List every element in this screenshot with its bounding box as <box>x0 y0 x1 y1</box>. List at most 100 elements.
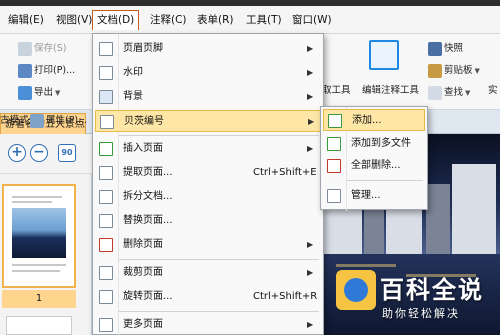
chevron-right-icon: ▶ <box>307 320 314 329</box>
submenu-item-label: 全部删除... <box>351 160 401 171</box>
menu-item-label: 插入页面 <box>123 143 163 154</box>
zoom-in-button[interactable]: + <box>8 144 26 162</box>
remove-icon <box>327 159 341 173</box>
delete-page-icon <box>99 238 113 252</box>
mode-button[interactable]: 古模式 <box>0 112 29 130</box>
crop-icon <box>99 266 113 280</box>
menu-item-delete-pages[interactable]: 删除页面 ▶ <box>93 234 323 256</box>
page-number-label: 1 <box>2 290 76 308</box>
select-tool-label: 取工具 <box>322 85 351 96</box>
menu-item-insert-pages[interactable]: 插入页面 ▶ <box>93 138 323 160</box>
menu-item-bates-numbering[interactable]: 贝茨编号 ▶ <box>95 110 321 132</box>
menu-shortcut: Ctrl+Shift+E <box>253 167 317 178</box>
menu-item-split-document[interactable]: 拆分文档... <box>93 186 323 208</box>
properties-button[interactable]: 属性(P)... <box>30 112 87 130</box>
more-pages-icon <box>99 318 113 332</box>
bates-submenu: 添加... 添加到多文件 全部删除... 管理... <box>320 106 428 211</box>
menu-item-background[interactable]: 背景 ▶ <box>93 86 323 108</box>
watermark-logo <box>336 270 376 310</box>
menu-item-label: 删除页面 <box>123 239 163 250</box>
insert-page-icon <box>99 142 113 156</box>
chevron-right-icon: ▶ <box>307 92 314 101</box>
menu-item-label: 贝茨编号 <box>124 116 164 127</box>
menu-item-rotate-pages[interactable]: 旋转页面... Ctrl+Shift+R <box>93 286 323 308</box>
clipboard-label: 剪贴板 <box>444 65 473 76</box>
menu-item-label: 提取页面... <box>123 167 173 178</box>
thumbnail-toolbar: + − 90 <box>0 134 92 174</box>
menu-comment[interactable]: 注释(C) <box>146 10 191 30</box>
thumbnail-panel: + − 90 1 <box>0 134 92 335</box>
menu-window[interactable]: 窗口(W) <box>288 10 336 30</box>
watermark-icon <box>99 66 113 80</box>
submenu-item-manage[interactable]: 管理... <box>321 185 427 207</box>
menu-view[interactable]: 视图(V) <box>52 10 96 30</box>
snapshot-button[interactable]: 快照 <box>428 40 463 58</box>
export-button[interactable]: 导出 ▼ <box>18 84 60 102</box>
zoom-out-button[interactable]: − <box>30 144 48 162</box>
replace-page-icon <box>99 214 113 228</box>
menu-item-label: 背景 <box>123 91 143 102</box>
submenu-item-add[interactable]: 添加... <box>323 109 425 131</box>
properties-label: 属性(P)... <box>46 115 88 126</box>
menu-item-crop-pages[interactable]: 裁剪页面 ▶ <box>93 262 323 284</box>
chevron-right-icon: ▶ <box>307 268 314 277</box>
menu-item-more-pages[interactable]: 更多页面 ▶ <box>93 314 323 335</box>
search-icon <box>428 86 442 100</box>
save-button[interactable]: 保存(S) <box>18 40 66 58</box>
menu-item-label: 水印 <box>123 67 143 78</box>
thumbnail-page <box>8 190 70 282</box>
header-footer-icon <box>99 42 113 56</box>
menu-item-replace-pages[interactable]: 替换页面... <box>93 210 323 232</box>
chevron-right-icon: ▶ <box>307 240 314 249</box>
page-thumbnail[interactable] <box>2 184 76 288</box>
clipboard-button[interactable]: 剪贴板 ▼ <box>428 62 480 80</box>
snapshot-label: 快照 <box>444 43 464 54</box>
menu-separator <box>119 259 319 260</box>
page-thumbnail-2[interactable] <box>6 316 72 335</box>
add-icon <box>328 114 342 128</box>
camera-icon <box>428 42 442 56</box>
export-icon <box>18 86 32 100</box>
rotate-icon <box>99 290 113 304</box>
bates-icon <box>100 115 114 129</box>
find-button[interactable]: 查找 ▼ <box>428 84 470 102</box>
export-label: 导出 <box>34 87 54 98</box>
menu-separator <box>347 180 423 181</box>
menu-item-label: 更多页面 <box>123 319 163 330</box>
thumbnail-text-line <box>12 270 60 272</box>
edit-annotation-label: 编辑注释工具 <box>362 85 420 96</box>
chevron-down-icon: ▼ <box>474 67 480 75</box>
photo-building <box>452 164 496 254</box>
thumbnail-text-line <box>12 264 66 266</box>
split-document-icon <box>99 190 113 204</box>
watermark-subtitle: 助你轻松解决 <box>382 307 460 320</box>
find-label: 查找 <box>444 87 464 98</box>
expand-button[interactable]: 实 <box>488 82 498 100</box>
menu-tools[interactable]: 工具(T) <box>242 10 286 30</box>
photo-building <box>426 184 450 254</box>
submenu-item-label: 添加到多文件 <box>351 138 411 149</box>
chevron-down-icon: ▼ <box>465 89 471 97</box>
photo-reflection <box>336 264 396 267</box>
menu-document[interactable]: 文档(D) <box>92 10 140 30</box>
menu-item-extract-pages[interactable]: 提取页面... Ctrl+Shift+E <box>93 162 323 184</box>
save-label: 保存(S) <box>34 43 67 54</box>
menu-edit[interactable]: 编辑(E) <box>4 10 48 30</box>
select-tool-button[interactable]: 取工具 <box>322 82 351 100</box>
print-label: 打印(P)... <box>34 65 76 76</box>
thumbnail-text-line <box>12 201 52 203</box>
thumbnail-photo <box>12 208 66 258</box>
chevron-down-icon: ▼ <box>55 89 61 97</box>
submenu-item-add-multiple[interactable]: 添加到多文件 <box>321 133 427 155</box>
menu-item-header-footer[interactable]: 页眉页脚 ▶ <box>93 38 323 60</box>
print-button[interactable]: 打印(P)... <box>18 62 75 80</box>
menu-form[interactable]: 表单(R) <box>193 10 238 30</box>
gear-icon <box>327 189 341 203</box>
menu-item-label: 页眉页脚 <box>123 43 163 54</box>
rotate-button[interactable]: 90 <box>58 144 76 162</box>
menu-item-watermark[interactable]: 水印 ▶ <box>93 62 323 84</box>
watermark-logo-mark <box>344 278 368 302</box>
watermark-title: 百科全说 <box>380 276 484 304</box>
submenu-item-remove-all[interactable]: 全部删除... <box>321 155 427 177</box>
save-icon <box>18 42 32 56</box>
